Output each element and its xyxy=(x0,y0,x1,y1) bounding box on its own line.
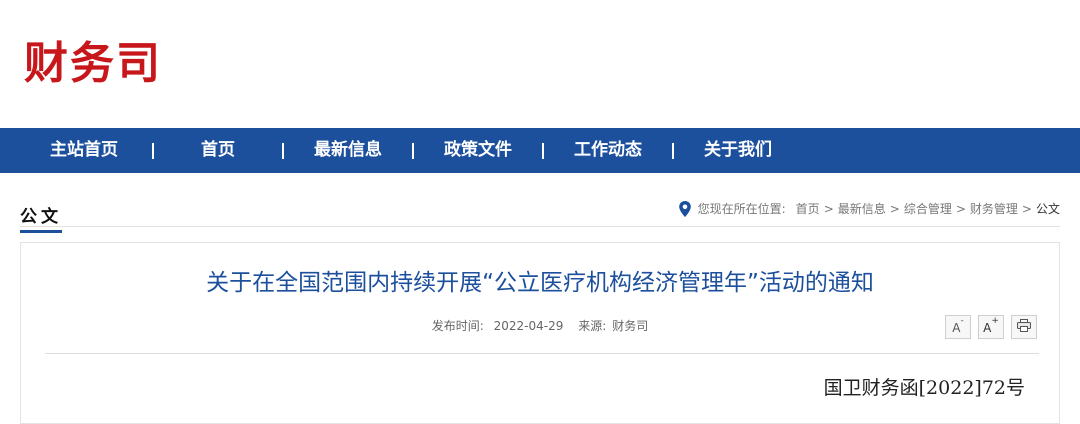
font-increase-button[interactable]: A+ xyxy=(978,315,1004,339)
location-pin-icon xyxy=(678,200,692,217)
source-label: 来源: xyxy=(578,319,607,333)
nav-item-latest-info[interactable]: 最新信息 xyxy=(284,128,412,173)
breadcrumb: 您现在所在位置: 首页 > 最新信息 > 综合管理 > 财务管理 > 公文 xyxy=(678,200,1060,217)
site-logo[interactable]: 财务司 xyxy=(24,38,162,90)
nav-item-about-us[interactable]: 关于我们 xyxy=(674,128,802,173)
breadcrumb-current: 公文 xyxy=(1035,202,1060,216)
font-decrease-icon: A- xyxy=(952,315,964,335)
section-divider xyxy=(20,226,1060,227)
article-title: 关于在全国范围内持续开展“公立医疗机构经济管理年”活动的通知 xyxy=(206,270,874,296)
breadcrumb-separator: > xyxy=(1021,201,1032,216)
breadcrumb-separator: > xyxy=(955,201,966,216)
article-meta: 发布时间: 2022-04-29 来源: 财务司 xyxy=(21,317,1059,334)
nav-item-main-home[interactable]: 主站首页 xyxy=(24,128,144,173)
section-header: 公文 您现在所在位置: 首页 > 最新信息 > 综合管理 > 财务管理 > 公文 xyxy=(20,196,1060,233)
nav-item-home[interactable]: 首页 xyxy=(154,128,282,173)
font-decrease-button[interactable]: A- xyxy=(945,315,971,339)
publish-label: 发布时间: xyxy=(431,319,484,333)
section-title: 公文 xyxy=(20,202,62,233)
article-divider xyxy=(45,353,1039,354)
print-button[interactable] xyxy=(1011,315,1037,339)
main-nav: 主站首页 首页 最新信息 政策文件 工作动态 关于我们 xyxy=(0,128,1080,173)
font-increase-icon: A+ xyxy=(983,315,999,335)
article-tools: A- A+ xyxy=(945,315,1037,339)
source-value: 财务司 xyxy=(612,319,649,333)
article-panel: 关于在全国范围内持续开展“公立医疗机构经济管理年”活动的通知 发布时间: 202… xyxy=(20,242,1060,424)
breadcrumb-prefix: 您现在所在位置: xyxy=(697,202,786,216)
breadcrumb-general-management[interactable]: 综合管理 xyxy=(904,200,952,217)
print-icon xyxy=(1017,319,1031,335)
nav-item-work-news[interactable]: 工作动态 xyxy=(544,128,672,173)
nav-item-policy-documents[interactable]: 政策文件 xyxy=(414,128,542,173)
document-number: 国卫财务函[2022]72号 xyxy=(823,377,1025,399)
publish-date: 2022-04-29 xyxy=(493,319,564,333)
breadcrumb-separator: > xyxy=(889,201,900,216)
breadcrumb-latest-info[interactable]: 最新信息 xyxy=(838,200,886,217)
breadcrumb-separator: > xyxy=(823,201,834,216)
breadcrumb-home[interactable]: 首页 xyxy=(796,200,820,217)
breadcrumb-finance-management[interactable]: 财务管理 xyxy=(970,200,1018,217)
